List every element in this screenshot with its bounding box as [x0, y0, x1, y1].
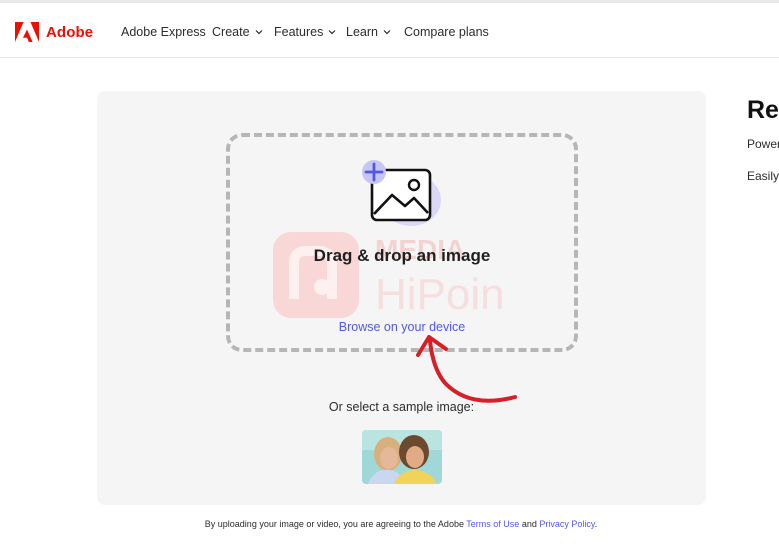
right-text-line: Easily — [747, 169, 779, 183]
sample-image-thumbnail[interactable] — [362, 430, 442, 484]
site-header: Adobe Adobe Express Create Features Lear… — [0, 3, 779, 58]
adobe-logo-icon — [15, 22, 39, 42]
nav-label: Features — [274, 25, 324, 39]
terms-notice: By uploading your image or video, you ar… — [0, 519, 779, 529]
chevron-down-icon — [255, 30, 262, 35]
nav-features[interactable]: Features — [274, 25, 336, 39]
adobe-logo[interactable]: Adobe — [15, 22, 93, 42]
sample-image-label: Or select a sample image: — [328, 400, 475, 414]
chevron-down-icon — [328, 30, 336, 35]
terms-prefix: By uploading your image or video, you ar… — [204, 519, 467, 529]
nav-label: Create — [212, 25, 250, 39]
nav-compare-plans[interactable]: Compare plans — [404, 25, 489, 39]
nav-label: Adobe Express — [121, 25, 206, 39]
terms-of-use-link[interactable]: Terms of Use — [466, 519, 519, 529]
chevron-down-icon — [383, 30, 391, 35]
nav-label: Compare plans — [404, 25, 489, 39]
sample-photo-icon — [362, 430, 442, 484]
right-text-line: Power — [747, 137, 779, 151]
nav-adobe-express[interactable]: Adobe Express — [121, 25, 206, 39]
nav-learn[interactable]: Learn — [346, 25, 391, 39]
privacy-policy-link[interactable]: Privacy Policy — [539, 519, 594, 529]
nav-create[interactable]: Create — [212, 25, 263, 39]
right-heading: Re — [747, 96, 779, 124]
brand-name: Adobe — [46, 23, 94, 41]
add-image-icon — [362, 160, 441, 226]
terms-suffix: . — [594, 519, 598, 529]
nav-label: Learn — [346, 25, 378, 39]
drop-zone-title: Drag & drop an image — [313, 246, 491, 265]
browse-device-link[interactable]: Browse on your device — [226, 320, 578, 334]
terms-middle: and — [519, 519, 540, 529]
